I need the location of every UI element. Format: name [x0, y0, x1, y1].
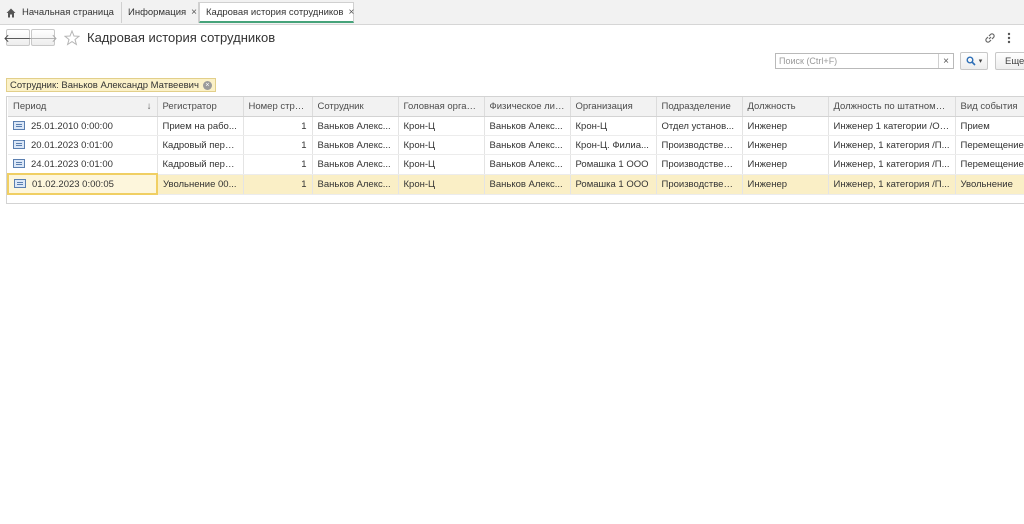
cell-text: 25.01.2010 0:00:00 [31, 120, 113, 132]
cell-organization[interactable]: Ромашка 1 ООО [570, 174, 657, 195]
cell-event-type[interactable]: Увольнение [955, 174, 1024, 195]
cell-head-organization[interactable]: Крон-Ц [398, 154, 485, 175]
cell-event-type[interactable]: Прием [955, 116, 1024, 136]
close-icon[interactable]: × [191, 7, 197, 18]
tab-label: Кадровая история сотрудников [206, 6, 344, 18]
cell-position[interactable]: Инженер [742, 135, 829, 155]
cell-line-number[interactable]: 1 [243, 154, 313, 175]
cell-organization[interactable]: Крон-Ц. Филиа... [570, 135, 657, 155]
link-icon[interactable] [984, 32, 996, 44]
tab-hr-history[interactable]: Кадровая история сотрудников × [199, 2, 354, 23]
cell-line-number[interactable]: 1 [243, 116, 313, 136]
cell-employee[interactable]: Ваньков Алекс... [312, 116, 399, 136]
more-vertical-icon[interactable] [1006, 31, 1012, 45]
cell-department[interactable]: Отдел установ... [656, 116, 743, 136]
table-row[interactable]: 25.01.2010 0:00:00 Прием на рабо... 1 Ва… [8, 116, 1024, 136]
clear-search-icon[interactable]: × [938, 54, 953, 68]
cell-staff-position[interactable]: Инженер 1 категории /От... [828, 116, 956, 136]
cell-text: 20.01.2023 0:01:00 [31, 139, 113, 151]
cell-department[interactable]: Производствен... [656, 135, 743, 155]
column-header-staff-position[interactable]: Должность по штатному ... [828, 97, 956, 117]
back-button[interactable]: 🡐 [3, 29, 33, 46]
cell-registrar[interactable]: Прием на рабо... [157, 116, 244, 136]
cell-event-type[interactable]: Перемещение [955, 135, 1024, 155]
cell-period[interactable]: 01.02.2023 0:00:05 [7, 173, 158, 195]
search-button[interactable]: ▾ [960, 52, 988, 70]
cell-position[interactable]: Инженер [742, 154, 829, 175]
cell-department[interactable]: Производствен... [656, 154, 743, 175]
tab-label: Информация [128, 7, 187, 18]
filter-label: Сотрудник: Ваньков Александр Матвеевич [10, 79, 199, 91]
cell-registrar[interactable]: Кадровый пере... [157, 154, 244, 175]
cell-organization[interactable]: Крон-Ц [570, 116, 657, 136]
document-icon [13, 159, 25, 169]
table-row[interactable]: 24.01.2023 0:01:00 Кадровый пере... 1 Ва… [8, 154, 1024, 175]
cell-period[interactable]: 24.01.2023 0:01:00 [8, 154, 158, 175]
column-header-employee[interactable]: Сотрудник [312, 97, 399, 117]
filter-chip[interactable]: Сотрудник: Ваньков Александр Матвеевич × [6, 78, 216, 92]
column-header-organization[interactable]: Организация [570, 97, 657, 117]
tab-label: Начальная страница [22, 7, 114, 18]
column-header-line-number[interactable]: Номер строки [243, 97, 313, 117]
column-label: Период [13, 101, 47, 112]
table-header: Период ↓ Регистратор Номер строки Сотрудн… [8, 97, 1024, 117]
document-icon [14, 179, 26, 189]
search-input[interactable]: Поиск (Ctrl+F) × [775, 53, 954, 69]
cell-department[interactable]: Производствен... [656, 174, 743, 195]
cell-period[interactable]: 25.01.2010 0:00:00 [8, 116, 158, 136]
cell-organization[interactable]: Ромашка 1 ООО [570, 154, 657, 175]
document-icon [13, 140, 25, 150]
search-icon [966, 56, 976, 66]
cell-position[interactable]: Инженер [742, 174, 829, 195]
cell-employee[interactable]: Ваньков Алекс... [312, 154, 399, 175]
cell-position[interactable]: Инженер [742, 116, 829, 136]
chevron-down-icon: ▾ [978, 58, 983, 65]
arrow-right-icon: 🡒 [28, 32, 58, 45]
cell-registrar[interactable]: Кадровый пере... [157, 135, 244, 155]
cell-individual[interactable]: Ваньков Алекс... [484, 154, 571, 175]
document-icon [13, 121, 25, 131]
table-row-selected[interactable]: 01.02.2023 0:00:05 Увольнение 00... 1 Ва… [7, 173, 1024, 195]
cell-head-organization[interactable]: Крон-Ц [398, 174, 485, 195]
table-row[interactable]: 20.01.2023 0:01:00 Кадровый пере... 1 Ва… [8, 135, 1024, 155]
star-icon[interactable] [64, 30, 80, 46]
cell-event-type[interactable]: Перемещение [955, 154, 1024, 175]
column-header-registrar[interactable]: Регистратор [157, 97, 244, 117]
remove-filter-icon[interactable]: × [202, 80, 212, 90]
cell-text: 24.01.2023 0:01:00 [31, 158, 113, 170]
cell-line-number[interactable]: 1 [243, 174, 313, 195]
cell-period[interactable]: 20.01.2023 0:01:00 [8, 135, 158, 155]
column-header-event-type[interactable]: Вид события [955, 97, 1024, 117]
cell-registrar[interactable]: Увольнение 00... [157, 174, 244, 195]
cell-individual[interactable]: Ваньков Алекс... [484, 174, 571, 195]
column-header-department[interactable]: Подразделение [656, 97, 743, 117]
search-placeholder: Поиск (Ctrl+F) [779, 56, 838, 66]
more-button[interactable]: Еще [995, 52, 1024, 70]
column-header-period[interactable]: Период ↓ [8, 97, 158, 117]
column-header-head-organization[interactable]: Головная орган... [398, 97, 485, 117]
cell-individual[interactable]: Ваньков Алекс... [484, 116, 571, 136]
sort-descending-icon: ↓ [146, 101, 152, 112]
cell-staff-position[interactable]: Инженер, 1 категория /П... [828, 135, 956, 155]
forward-button[interactable]: 🡒 [28, 29, 58, 46]
tab-home[interactable]: Начальная страница [0, 2, 122, 23]
cell-employee[interactable]: Ваньков Алекс... [312, 174, 399, 195]
cell-line-number[interactable]: 1 [243, 135, 313, 155]
cell-individual[interactable]: Ваньков Алекс... [484, 135, 571, 155]
cell-staff-position[interactable]: Инженер, 1 категория /П... [828, 174, 956, 195]
cell-staff-position[interactable]: Инженер, 1 категория /П... [828, 154, 956, 175]
cell-head-organization[interactable]: Крон-Ц [398, 116, 485, 136]
tab-bar: Начальная страница Информация × Кадровая… [0, 0, 1024, 25]
cell-text: 01.02.2023 0:00:05 [32, 178, 114, 190]
column-header-individual[interactable]: Физическое лицо [484, 97, 571, 117]
more-button-label: Еще [1005, 55, 1024, 67]
cell-employee[interactable]: Ваньков Алекс... [312, 135, 399, 155]
close-icon[interactable]: × [348, 7, 354, 18]
data-table: Период ↓ Регистратор Номер строки Сотрудн… [6, 96, 1024, 204]
page-title: Кадровая история сотрудников [87, 30, 276, 45]
tab-information[interactable]: Информация × [122, 2, 199, 23]
home-icon [6, 8, 16, 17]
cell-head-organization[interactable]: Крон-Ц [398, 135, 485, 155]
column-header-position[interactable]: Должность [742, 97, 829, 117]
